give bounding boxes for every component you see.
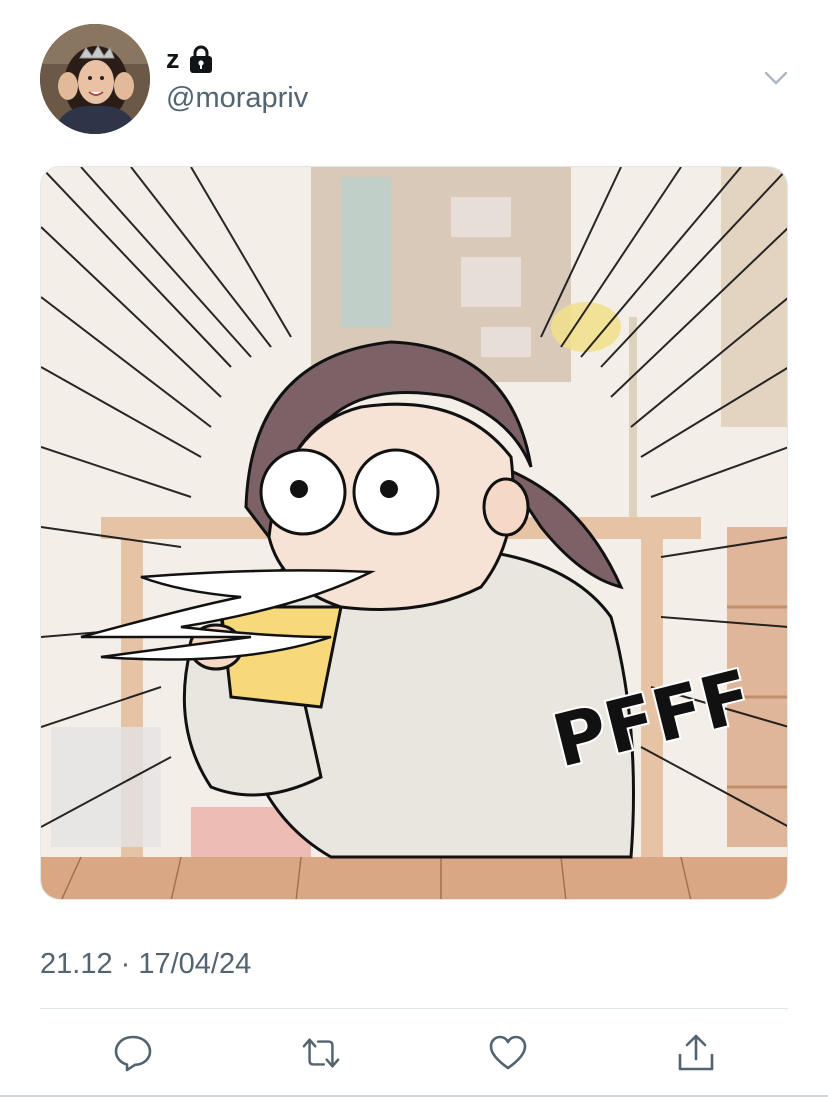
- share-button[interactable]: [676, 1033, 716, 1073]
- chevron-down-icon: [764, 71, 788, 85]
- tweet: z @morapriv PFFF 21.12 · 17/04/24: [0, 0, 828, 1097]
- like-icon: [489, 1035, 527, 1070]
- user-handle[interactable]: @morapriv: [166, 80, 308, 116]
- retweet-button[interactable]: [301, 1033, 341, 1073]
- more-options-button[interactable]: [760, 64, 792, 92]
- avatar[interactable]: [40, 24, 150, 134]
- display-name[interactable]: z: [166, 44, 180, 74]
- lock-icon: [188, 44, 214, 74]
- reply-icon: [114, 1035, 152, 1072]
- retweet-icon: [302, 1038, 340, 1068]
- tweet-media[interactable]: PFFF: [40, 166, 788, 900]
- avatar-image: [40, 24, 150, 134]
- tweet-timestamp[interactable]: 21.12 · 17/04/24: [40, 946, 251, 982]
- like-button[interactable]: [488, 1033, 528, 1073]
- comic-image: PFFF: [41, 167, 787, 899]
- display-name-row: z: [166, 44, 214, 74]
- divider: [40, 1008, 788, 1009]
- reply-button[interactable]: [113, 1033, 153, 1073]
- share-icon: [678, 1034, 714, 1071]
